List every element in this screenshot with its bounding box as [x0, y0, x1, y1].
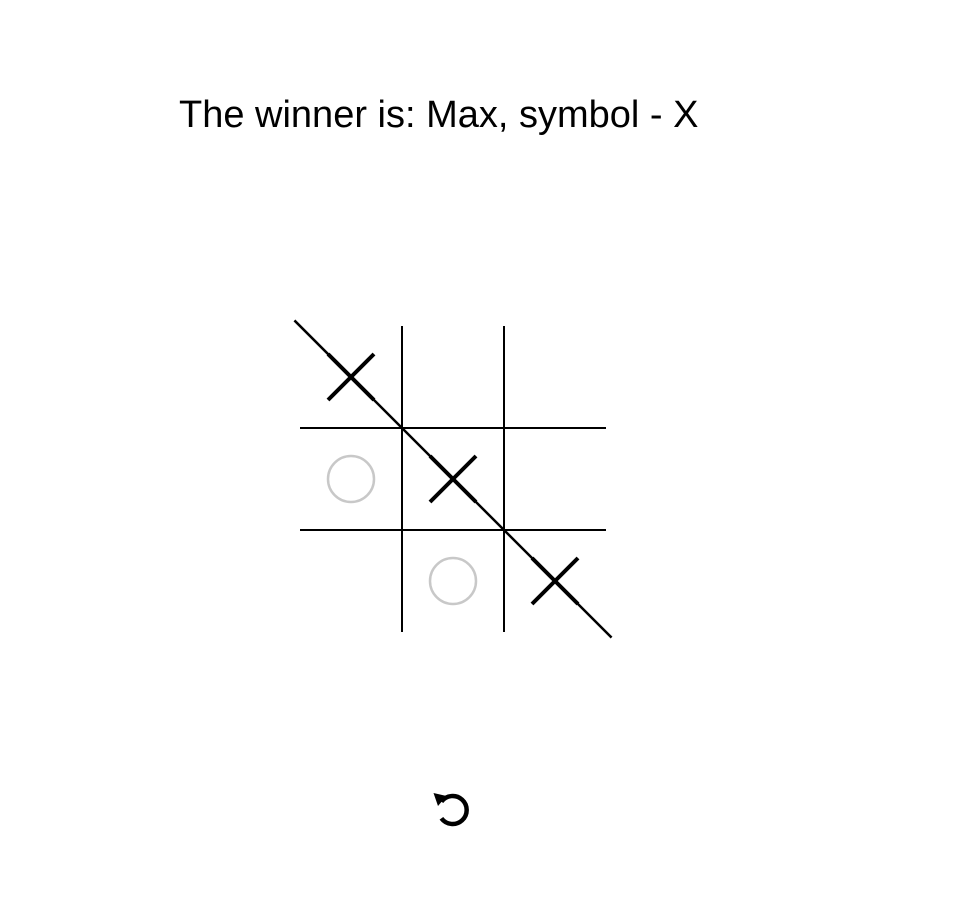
cell-hit-area[interactable] — [300, 530, 402, 632]
cell-hit-area[interactable] — [504, 428, 606, 530]
board-cell[interactable] — [504, 428, 606, 530]
restart-button[interactable] — [425, 783, 479, 837]
board-cell[interactable] — [300, 428, 402, 530]
cell-hit-area[interactable] — [402, 530, 504, 632]
restart-icon — [433, 793, 469, 827]
board-cell[interactable] — [300, 530, 402, 632]
board-svg — [293, 319, 613, 639]
game-board — [290, 316, 620, 646]
cell-hit-area[interactable] — [300, 428, 402, 530]
board-cell[interactable] — [402, 530, 504, 632]
board-cell[interactable] — [402, 326, 504, 428]
winner-message: The winner is: Max, symbol - X — [179, 94, 699, 136]
cell-hit-area[interactable] — [504, 326, 606, 428]
board-cell[interactable] — [504, 326, 606, 428]
cell-hit-area[interactable] — [402, 326, 504, 428]
